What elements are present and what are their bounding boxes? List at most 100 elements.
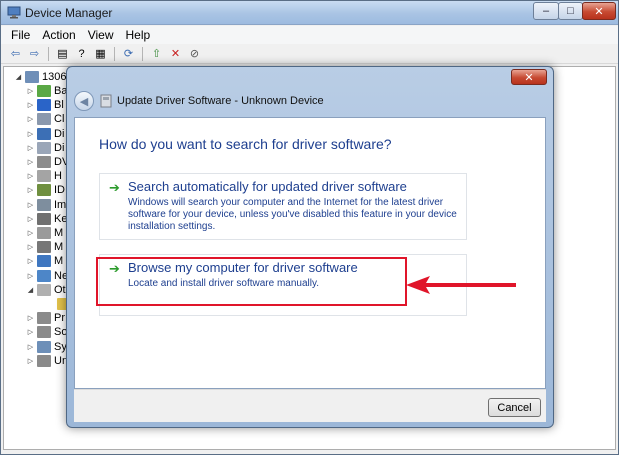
- scan-hardware-icon[interactable]: ⟳: [120, 46, 137, 62]
- device-category-icon: [37, 283, 51, 296]
- expand-arrow-icon[interactable]: ▷: [26, 229, 35, 237]
- green-arrow-icon: ➔: [109, 180, 120, 195]
- collapse-arrow-icon[interactable]: ◢: [26, 286, 35, 294]
- device-category-icon: [37, 212, 51, 225]
- device-category-icon: [37, 269, 51, 282]
- back-button[interactable]: ◀: [74, 91, 94, 111]
- tree-item[interactable]: ▷ So: [26, 325, 67, 339]
- tree-item[interactable]: ▷ H: [26, 169, 62, 183]
- expand-arrow-icon[interactable]: ▷: [26, 257, 35, 265]
- tree-item[interactable]: ▷ M: [26, 226, 63, 240]
- expand-arrow-icon[interactable]: ▷: [26, 314, 35, 322]
- search-automatically-option[interactable]: ➔ Search automatically for updated drive…: [99, 173, 467, 240]
- tree-item[interactable]: ▷ Un: [26, 354, 68, 368]
- tree-item[interactable]: ▷ Pr: [26, 311, 65, 325]
- expand-arrow-icon[interactable]: ▷: [26, 186, 35, 194]
- tree-item[interactable]: ▷ Im: [26, 198, 66, 212]
- expand-arrow-icon[interactable]: ▷: [26, 328, 35, 336]
- expand-arrow-icon[interactable]: ▷: [26, 272, 35, 280]
- tree-item[interactable]: ▷ Bl: [26, 98, 64, 112]
- dialog-content: How do you want to search for driver sof…: [74, 117, 546, 389]
- tree-item[interactable]: ▷ ID: [26, 183, 65, 197]
- back-icon[interactable]: ⇦: [7, 46, 24, 62]
- expand-arrow-icon[interactable]: ▷: [26, 144, 35, 152]
- tree-item-label: Di: [54, 127, 65, 140]
- tree-item-label: Ot: [54, 283, 66, 296]
- tree-item-label: M: [54, 241, 64, 254]
- device-category-icon: [37, 113, 51, 126]
- close-button[interactable]: ✕: [582, 2, 616, 20]
- device-driver-icon: [100, 94, 112, 108]
- tree-item[interactable]: ▷ M: [26, 240, 63, 254]
- title-bar[interactable]: Device Manager – □ ✕: [1, 1, 618, 25]
- forward-icon[interactable]: ⇨: [26, 46, 43, 62]
- tree-item-label: Pr: [54, 312, 65, 325]
- update-driver-dialog: ✕ ◀ Update Driver Software - Unknown Dev…: [66, 66, 554, 428]
- toolbar-separator: [48, 46, 49, 61]
- expand-arrow-icon[interactable]: ▷: [26, 357, 35, 365]
- device-category-icon: [37, 255, 51, 268]
- tree-item[interactable]: ▷ M: [26, 254, 63, 268]
- tree-item[interactable]: ▷ Sy: [26, 340, 67, 354]
- tree-item-label: Bl: [54, 99, 64, 112]
- device-category-icon: [37, 326, 51, 339]
- highlight-box: [96, 257, 407, 306]
- expand-arrow-icon[interactable]: ▷: [26, 115, 35, 123]
- tree-item[interactable]: ▷ Ke: [26, 212, 67, 226]
- expand-arrow-icon[interactable]: ▷: [26, 172, 35, 180]
- expand-arrow-icon[interactable]: ▷: [26, 158, 35, 166]
- expand-arrow-icon[interactable]: ▷: [26, 201, 35, 209]
- tree-item[interactable]: ▷ Ba: [26, 84, 67, 98]
- tree-item-label: ID: [54, 184, 65, 197]
- dialog-close-button[interactable]: ✕: [511, 69, 547, 85]
- menu-view[interactable]: View: [82, 28, 120, 42]
- properties-icon[interactable]: ▤: [54, 46, 71, 62]
- device-category-icon: [37, 127, 51, 140]
- device-category-icon: [37, 241, 51, 254]
- uninstall-icon[interactable]: ✕: [167, 46, 184, 62]
- expand-arrow-icon[interactable]: ▷: [26, 215, 35, 223]
- tree-item[interactable]: ▷ Di: [26, 127, 64, 141]
- tree-item[interactable]: ▷ Cl: [26, 112, 64, 126]
- expand-arrow-icon[interactable]: ▷: [26, 101, 35, 109]
- device-view-icon[interactable]: ▦: [92, 46, 109, 62]
- tree-root[interactable]: ◢ 1306-: [14, 70, 70, 84]
- minimize-button[interactable]: –: [533, 2, 559, 20]
- maximize-button[interactable]: □: [558, 2, 583, 20]
- device-category-icon: [37, 184, 51, 197]
- menu-action[interactable]: Action: [36, 28, 81, 42]
- expand-arrow-icon[interactable]: ▷: [26, 87, 35, 95]
- tree-item[interactable]: ▷ Di: [26, 141, 64, 155]
- tree-item-label: H: [54, 170, 62, 183]
- tree-item-label: Di: [54, 141, 65, 154]
- computer-icon: [25, 71, 39, 83]
- tree-item[interactable]: ◢ Ot: [26, 283, 66, 297]
- tree-item[interactable]: ▷ Ne: [26, 269, 68, 283]
- window-title: Device Manager: [25, 6, 113, 20]
- device-category-icon: [37, 99, 51, 112]
- cancel-button[interactable]: Cancel: [488, 398, 541, 417]
- collapse-arrow-icon[interactable]: ◢: [14, 73, 23, 81]
- tree-item-label: M: [54, 255, 64, 268]
- tree-item-label: M: [54, 227, 64, 239]
- disable-icon[interactable]: ⊘: [186, 46, 203, 62]
- red-annotation-arrow-icon: [406, 276, 516, 294]
- toolbar: ⇦ ⇨ ▤ ? ▦ ⟳ ⇧ ✕ ⊘: [1, 44, 618, 64]
- expand-arrow-icon[interactable]: ▷: [26, 130, 35, 138]
- tree-item[interactable]: ▷ DV: [26, 155, 69, 169]
- device-category-icon: [37, 340, 51, 353]
- expand-arrow-icon[interactable]: ▷: [26, 243, 35, 251]
- tree-item-label: Im: [54, 198, 67, 211]
- device-manager-icon: [7, 6, 21, 19]
- toolbar-separator: [114, 46, 115, 61]
- menu-file[interactable]: File: [5, 28, 36, 42]
- dialog-question: How do you want to search for driver sof…: [99, 136, 392, 152]
- menu-bar: File Action View Help: [1, 26, 618, 44]
- device-category-icon: [37, 156, 51, 168]
- option-title: Search automatically for updated driver …: [128, 179, 407, 194]
- device-category-icon: [37, 170, 51, 183]
- expand-arrow-icon[interactable]: ▷: [26, 343, 35, 351]
- update-driver-icon[interactable]: ⇧: [148, 46, 165, 62]
- menu-help[interactable]: Help: [120, 28, 157, 42]
- help-icon[interactable]: ?: [73, 46, 90, 62]
